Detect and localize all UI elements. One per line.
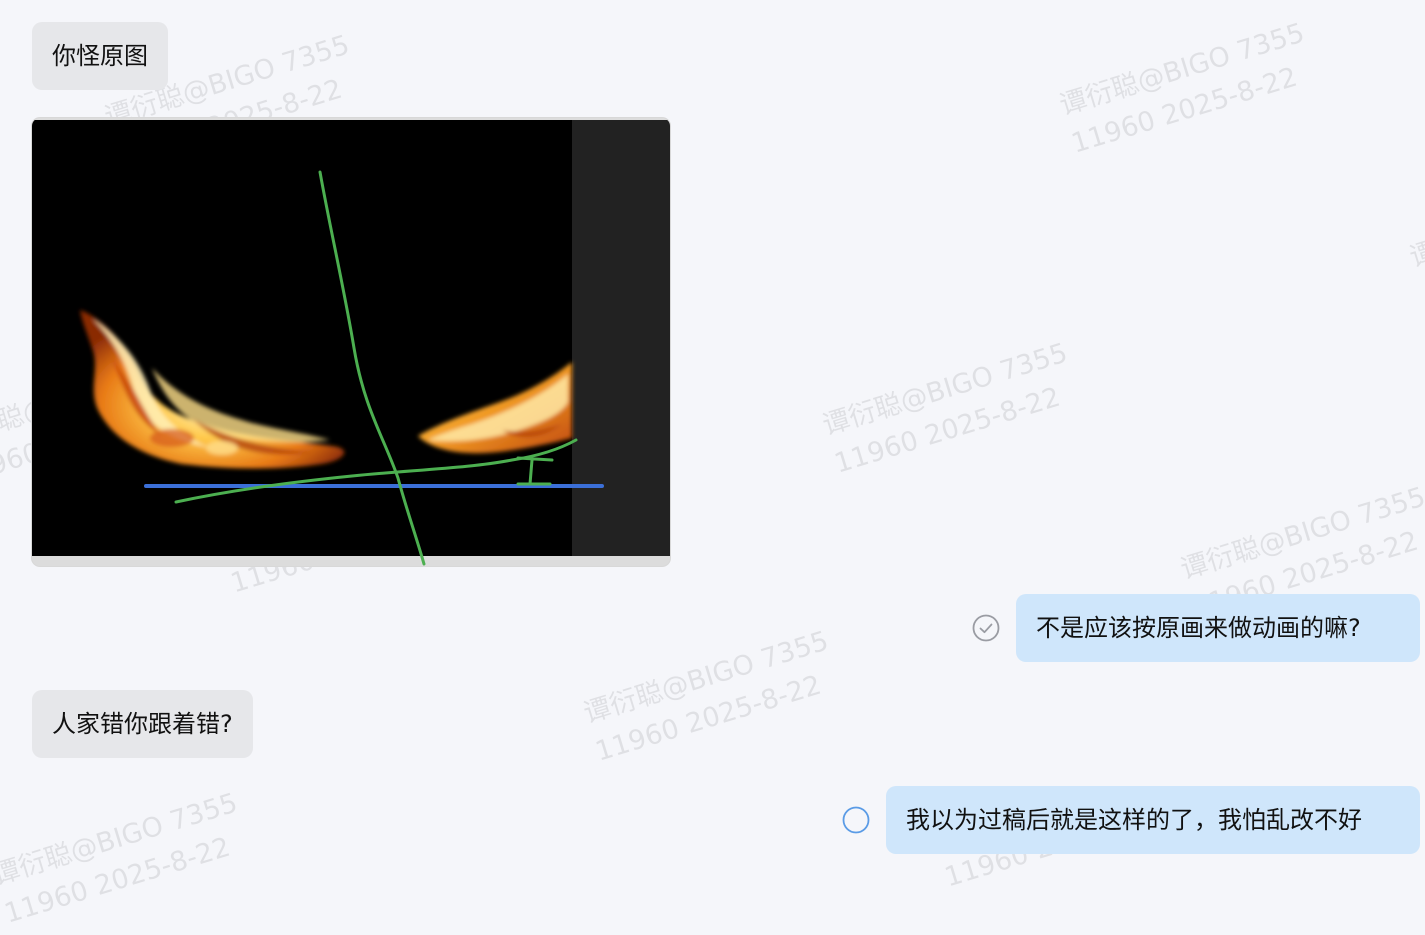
message-text: 你怪原图 bbox=[52, 42, 148, 70]
watermark: 谭衍聪@BIGO 7355 11960 2025-8-22 bbox=[580, 625, 833, 768]
message-text: 不是应该按原画来做动画的嘛? bbox=[1036, 614, 1361, 642]
watermark: 谭衍聪@BIGO 7355 11960 2025-8-22 bbox=[819, 337, 1072, 480]
watermark: 谭衍聪@BIGO 7355 bbox=[1406, 192, 1425, 274]
outgoing-message-bubble[interactable]: 我以为过稿后就是这样的了，我怕乱改不好 bbox=[886, 786, 1420, 854]
incoming-message-bubble[interactable]: 你怪原图 bbox=[32, 22, 168, 90]
watermark: 谭衍聪@BIGO 7355 11960 2025-8-22 bbox=[0, 787, 242, 930]
outgoing-message-bubble[interactable]: 不是应该按原画来做动画的嘛? bbox=[1016, 594, 1420, 662]
incoming-image-message[interactable] bbox=[32, 118, 670, 566]
read-check-icon bbox=[972, 614, 1000, 642]
sending-circle-icon bbox=[842, 806, 870, 834]
incoming-message-bubble[interactable]: 人家错你跟着错? bbox=[32, 690, 253, 758]
fire-sketch-image bbox=[32, 120, 670, 566]
watermark: 谭衍聪@BIGO 7355 11960 2025-8-22 bbox=[1056, 17, 1309, 160]
message-text: 人家错你跟着错? bbox=[52, 710, 233, 738]
message-text: 我以为过稿后就是这样的了，我怕乱改不好 bbox=[906, 806, 1362, 834]
